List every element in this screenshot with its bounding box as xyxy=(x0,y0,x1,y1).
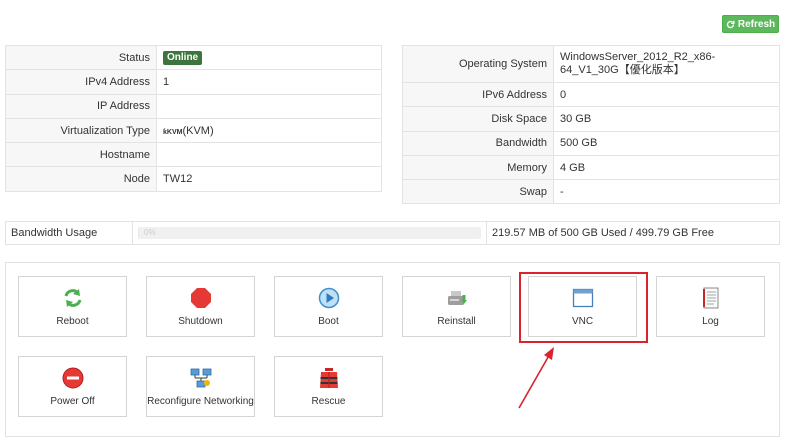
node-value: TW12 xyxy=(156,166,382,192)
bandwidth-label: Bandwidth xyxy=(402,130,554,156)
memory-label: Memory xyxy=(402,154,554,181)
bandwidth-usage-label: Bandwidth Usage xyxy=(6,222,133,244)
vnc-highlight-annotation xyxy=(519,272,648,343)
rescue-label: Rescue xyxy=(311,395,346,407)
shutdown-label: Shutdown xyxy=(178,315,223,327)
power-off-label: Power Off xyxy=(50,395,95,407)
refresh-label: Refresh xyxy=(737,18,776,30)
disk-space-label: Disk Space xyxy=(402,106,554,132)
refresh-button[interactable]: Refresh xyxy=(722,15,779,33)
virtualization-type-value: (KVM) xyxy=(182,124,214,137)
log-button[interactable]: Log xyxy=(656,276,765,337)
disk-space-value: 30 GB xyxy=(553,106,780,132)
reconfigure-networking-button[interactable]: Reconfigure Networking xyxy=(146,356,255,417)
status-label: Status xyxy=(5,44,157,71)
reboot-button[interactable]: Reboot xyxy=(18,276,127,337)
power-off-icon xyxy=(62,367,84,389)
bandwidth-summary: 219.57 MB of 500 GB Used / 499.79 GB Fre… xyxy=(486,222,714,244)
bandwidth-progress-bar: 0% xyxy=(138,227,481,239)
ipv6-label: IPv6 Address xyxy=(402,81,554,108)
reinstall-button[interactable]: Reinstall xyxy=(402,276,511,337)
ip-address-label: IP Address xyxy=(5,93,157,119)
status-badge: Online xyxy=(163,50,203,65)
os-value: WindowsServer_2012_R2_x86-64_V1_30G【優化版本… xyxy=(553,45,780,83)
boot-button[interactable]: Boot xyxy=(274,276,383,337)
bandwidth-usage-row: Bandwidth Usage 0% 219.57 MB of 500 GB U… xyxy=(5,221,780,245)
ipv4-value: 1 xyxy=(156,69,382,95)
reinstall-label: Reinstall xyxy=(437,315,476,327)
shutdown-button[interactable]: Shutdown xyxy=(146,276,255,337)
boot-label: Boot xyxy=(318,315,339,327)
log-icon xyxy=(700,287,722,309)
shutdown-icon xyxy=(190,287,212,309)
power-off-button[interactable]: Power Off xyxy=(18,356,127,417)
ip-address-value xyxy=(156,93,382,119)
server-info-left-table: Status Online IPv4 Address 1 IP Address … xyxy=(5,44,382,192)
os-label: Operating System xyxy=(402,45,554,83)
memory-value: 4 GB xyxy=(553,154,780,181)
reinstall-icon xyxy=(446,287,468,309)
boot-icon xyxy=(318,287,340,309)
hostname-value xyxy=(156,142,382,168)
log-label: Log xyxy=(702,315,719,327)
swap-value: - xyxy=(553,179,780,205)
ipv4-label: IPv4 Address xyxy=(5,69,157,95)
rescue-button[interactable]: Rescue xyxy=(274,356,383,417)
server-info-right-table: Operating System WindowsServer_2012_R2_x… xyxy=(402,45,780,205)
reboot-label: Reboot xyxy=(56,315,89,327)
node-label: Node xyxy=(5,166,157,192)
network-icon xyxy=(190,367,212,389)
bandwidth-percent: 0% xyxy=(144,228,156,237)
virtualization-type-label: Virtualization Type xyxy=(5,117,157,144)
reboot-icon xyxy=(62,287,84,309)
reconfigure-networking-label: Reconfigure Networking xyxy=(147,395,254,407)
refresh-icon xyxy=(726,20,735,28)
swap-label: Swap xyxy=(402,179,554,205)
annotation-arrow-icon xyxy=(518,347,554,409)
hostname-label: Hostname xyxy=(5,142,157,168)
bandwidth-value: 500 GB xyxy=(553,130,780,156)
ipv6-value: 0 xyxy=(553,81,780,108)
rescue-icon xyxy=(318,367,340,389)
kvm-logo-text: ƙKVM xyxy=(163,128,183,136)
